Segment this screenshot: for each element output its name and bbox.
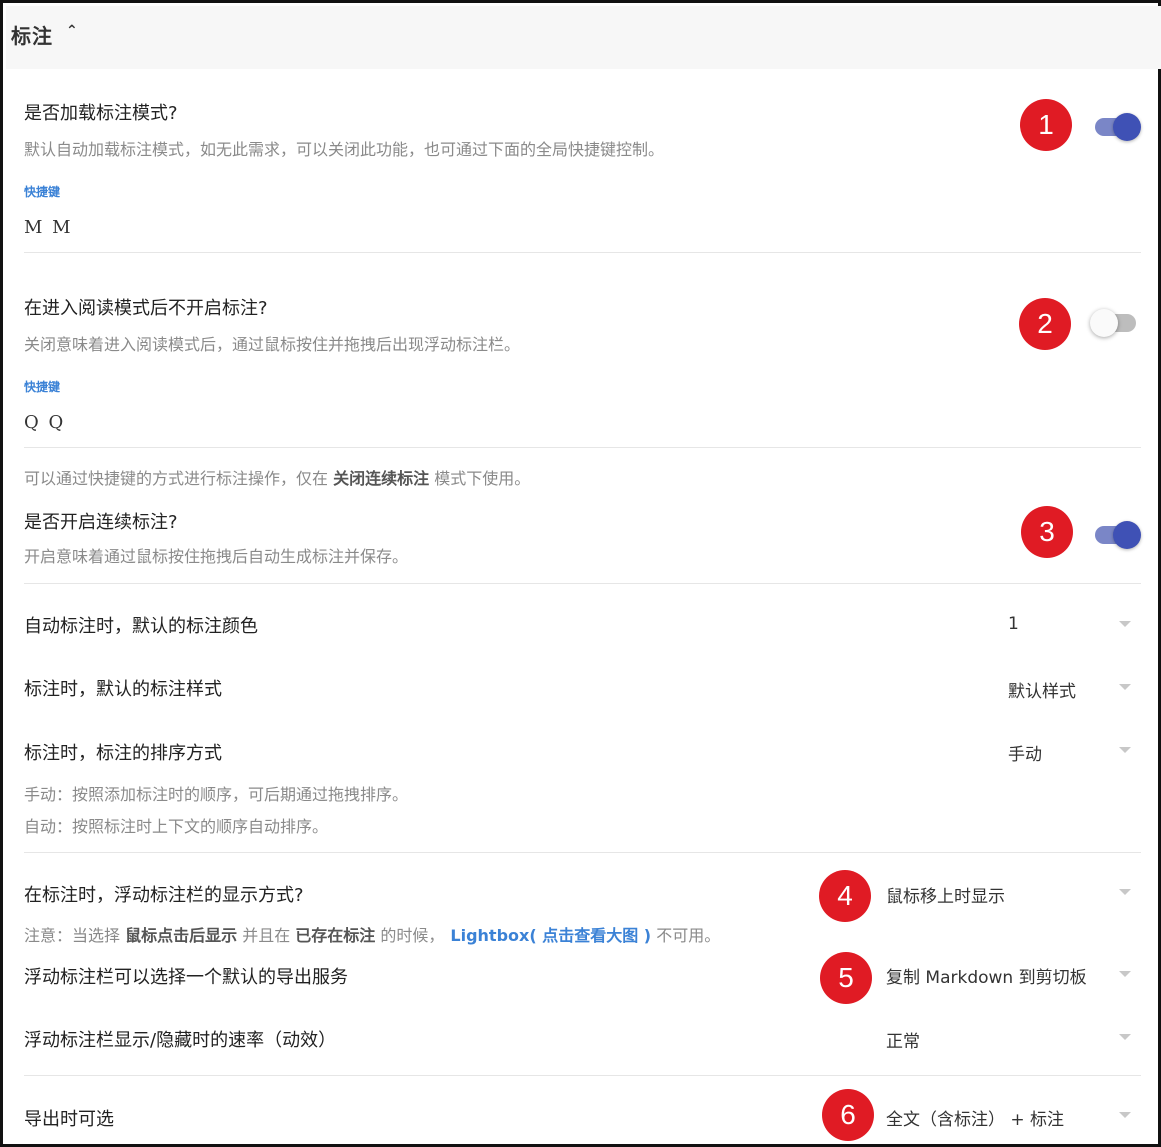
continuous-toggle[interactable] <box>1093 518 1143 549</box>
shortcut-label: 快捷键 <box>24 380 61 394</box>
note-mid2: 的时候， <box>375 926 445 945</box>
note-mid: 并且在 <box>237 926 296 945</box>
float-display-label: 在标注时，浮动标注栏的显示方式? <box>24 885 304 906</box>
note-bold-existing: 已存在标注 <box>295 926 376 945</box>
sort-mode-label: 标注时，标注的排序方式 <box>24 743 222 764</box>
load-mode-question: 是否加载标注模式? <box>24 103 178 124</box>
float-display-note: 注意：当选择 鼠标点击后显示 并且在 已存在标注 的时候， Lightbox( 点… <box>24 922 720 946</box>
annotation-badge-3: 3 <box>1021 506 1073 558</box>
divider <box>24 447 1141 448</box>
shortcut-note-after: 模式下使用。 <box>429 469 531 488</box>
divider <box>24 583 1141 584</box>
note-bold-click: 鼠标点击后显示 <box>125 926 238 945</box>
continuous-description: 开启意味着通过鼠标按住拖拽后自动生成标注并保存。 <box>24 547 409 566</box>
caret-down-icon[interactable] <box>1119 889 1131 895</box>
shortcut-note-before: 可以通过快捷键的方式进行标注操作，仅在 <box>24 469 334 488</box>
caret-down-icon[interactable] <box>1119 621 1131 627</box>
caret-down-icon[interactable] <box>1119 971 1131 977</box>
sort-note-auto: 自动：按照标注时上下文的顺序自动排序。 <box>24 817 329 836</box>
annotation-badge-5: 5 <box>820 952 872 1004</box>
toggle-knob <box>1113 113 1141 141</box>
export-option-label: 导出时可选 <box>24 1109 114 1130</box>
annotation-badge-6: 6 <box>822 1089 874 1141</box>
chevron-up-icon[interactable]: ⌃ <box>66 23 78 39</box>
shortcut-value-mm[interactable]: M M <box>24 217 73 238</box>
toggle-knob <box>1113 521 1141 549</box>
default-color-select[interactable]: 1 <box>1008 614 1019 634</box>
read-mode-toggle[interactable] <box>1090 306 1140 337</box>
caret-down-icon[interactable] <box>1119 1034 1131 1040</box>
caret-down-icon[interactable] <box>1119 747 1131 753</box>
shortcut-note: 可以通过快捷键的方式进行标注操作，仅在 关闭连续标注 模式下使用。 <box>24 465 530 489</box>
animation-speed-select[interactable]: 正常 <box>886 1027 920 1052</box>
settings-panel: 标注 ⌃ 是否加载标注模式? 默认自动加载标注模式，如无此需求，可以关闭此功能，… <box>0 0 1161 1147</box>
shortcut-note-bold: 关闭连续标注 <box>333 469 430 488</box>
note-prefix: 注意：当选择 <box>24 926 126 945</box>
export-option-select[interactable]: 全文（含标注） + 标注 <box>886 1105 1064 1130</box>
divider <box>24 252 1141 253</box>
export-service-select[interactable]: 复制 Markdown 到剪切板 <box>886 963 1087 988</box>
divider <box>24 852 1141 853</box>
load-mode-toggle[interactable] <box>1093 110 1143 141</box>
read-mode-question: 在进入阅读模式后不开启标注? <box>24 298 268 319</box>
read-mode-description: 关闭意味着进入阅读模式后，通过鼠标按住并拖拽后出现浮动标注栏。 <box>24 335 521 354</box>
caret-down-icon[interactable] <box>1119 1112 1131 1118</box>
toggle-knob <box>1090 309 1118 337</box>
section-header[interactable]: 标注 ⌃ <box>6 6 1161 69</box>
caret-down-icon[interactable] <box>1119 684 1131 690</box>
section-title: 标注 <box>11 24 53 48</box>
export-service-label: 浮动标注栏可以选择一个默认的导出服务 <box>24 967 348 988</box>
sort-mode-select[interactable]: 手动 <box>1008 740 1042 765</box>
divider <box>24 1075 1141 1076</box>
default-style-label: 标注时，默认的标注样式 <box>24 679 222 700</box>
shortcut-label: 快捷键 <box>24 185 61 199</box>
load-mode-description: 默认自动加载标注模式，如无此需求，可以关闭此功能，也可通过下面的全局快捷键控制。 <box>24 140 665 159</box>
sort-note-manual: 手动：按照添加标注时的顺序，可后期通过拖拽排序。 <box>24 785 409 804</box>
float-display-select[interactable]: 鼠标移上时显示 <box>886 882 1005 907</box>
note-suffix: 不可用。 <box>651 926 721 945</box>
annotation-badge-4: 4 <box>819 870 871 922</box>
continuous-question: 是否开启连续标注? <box>24 512 178 533</box>
default-style-select[interactable]: 默认样式 <box>1008 677 1076 702</box>
lightbox-link[interactable]: Lightbox( 点击查看大图 ) <box>450 926 651 945</box>
default-color-label: 自动标注时，默认的标注颜色 <box>24 616 258 637</box>
animation-speed-label: 浮动标注栏显示/隐藏时的速率（动效） <box>24 1030 337 1051</box>
shortcut-value-qq[interactable]: Q Q <box>24 412 65 433</box>
annotation-badge-2: 2 <box>1019 298 1071 350</box>
annotation-badge-1: 1 <box>1020 99 1072 151</box>
